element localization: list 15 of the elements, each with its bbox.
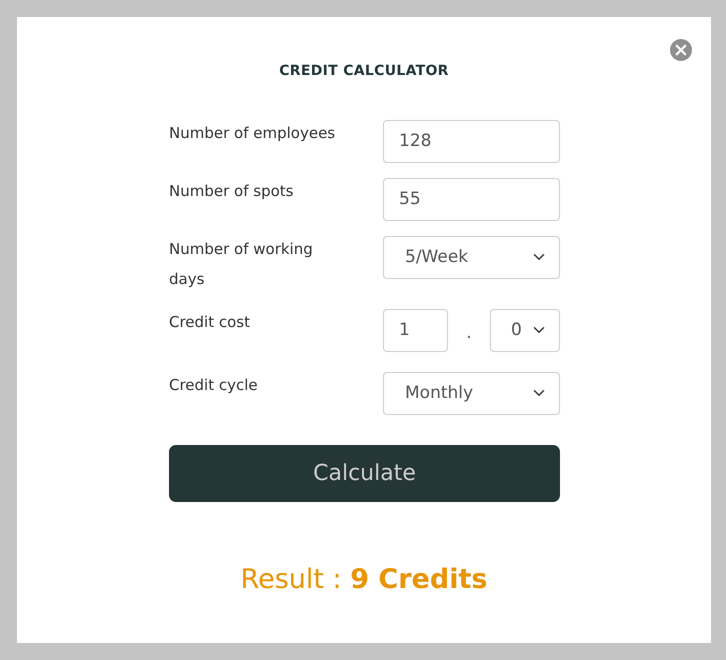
result-text: Result : 9 Credits bbox=[240, 562, 488, 597]
field-label: Credit cycle bbox=[169, 374, 259, 396]
select-field[interactable]: 0 bbox=[490, 308, 560, 352]
field-label: Number of employees bbox=[169, 122, 336, 144]
decimal-point: . bbox=[465, 322, 473, 345]
input-field[interactable]: 128 bbox=[383, 120, 560, 163]
input-field[interactable]: 1 bbox=[383, 308, 448, 352]
calculate-button[interactable]: Calculate bbox=[169, 444, 560, 502]
field-label: Number of spots bbox=[169, 180, 294, 202]
input-field[interactable]: 55 bbox=[383, 178, 560, 221]
field-label: Number of working days bbox=[169, 238, 314, 290]
field-label: Credit cost bbox=[169, 312, 251, 333]
select-field[interactable]: Monthly bbox=[383, 372, 560, 415]
dialog-title: CREDIT CALCULATOR bbox=[279, 63, 449, 80]
select-field[interactable]: 5/Week bbox=[383, 236, 560, 279]
